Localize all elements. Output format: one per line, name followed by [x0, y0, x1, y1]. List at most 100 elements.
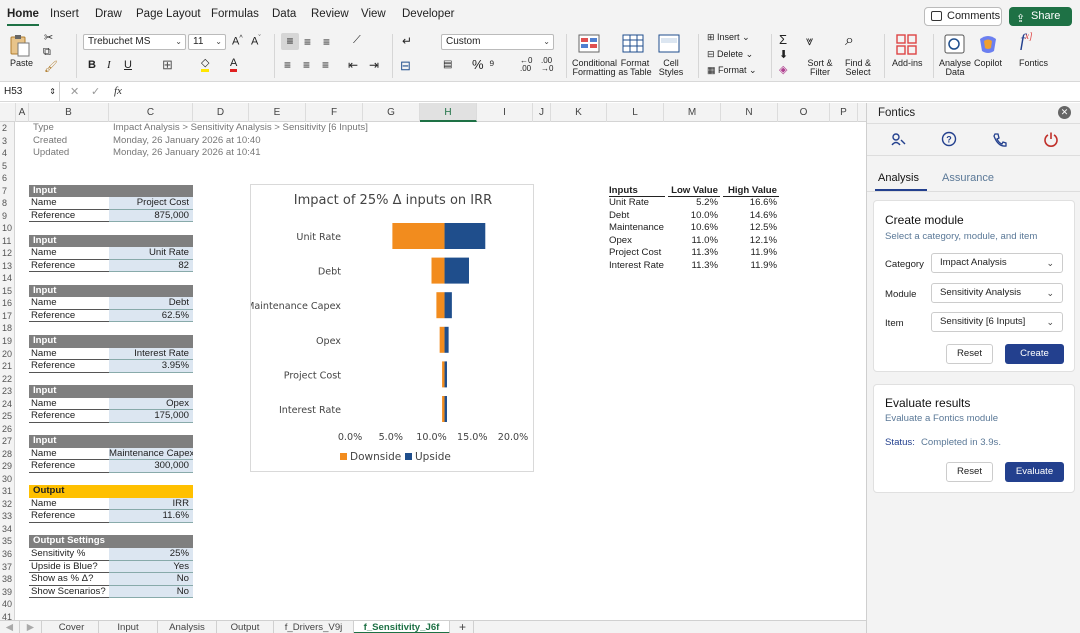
- italic-icon[interactable]: I: [107, 59, 111, 71]
- conditional-formatting-icon[interactable]: [578, 34, 602, 54]
- format-as-table-icon[interactable]: [622, 34, 646, 54]
- fill-icon[interactable]: ⬇: [779, 48, 788, 61]
- add-sheet-icon[interactable]: +: [452, 621, 474, 633]
- row-header[interactable]: 22: [0, 373, 14, 386]
- row-header[interactable]: 39: [0, 586, 14, 599]
- row-header[interactable]: 3: [0, 135, 14, 148]
- results-cell[interactable]: 12.5%: [723, 222, 779, 235]
- create-button[interactable]: Create: [1005, 344, 1064, 364]
- row-header[interactable]: 35: [0, 535, 14, 548]
- formula-input[interactable]: [132, 84, 862, 99]
- column-header[interactable]: N: [721, 103, 778, 122]
- row-header[interactable]: 10: [0, 222, 14, 235]
- power-icon[interactable]: [1043, 131, 1059, 147]
- results-cell[interactable]: 16.6%: [723, 197, 779, 210]
- align-center-icon[interactable]: ≡: [303, 58, 310, 72]
- row-header[interactable]: 24: [0, 398, 14, 411]
- module-select[interactable]: Sensitivity Analysis ⌄: [931, 283, 1063, 303]
- menu-view[interactable]: View: [361, 8, 386, 20]
- row-header[interactable]: 5: [0, 160, 14, 173]
- results-cell[interactable]: Debt: [609, 210, 665, 223]
- reference-cell[interactable]: 175,000: [109, 410, 193, 423]
- column-header[interactable]: L: [607, 103, 664, 122]
- merge-cells-icon[interactable]: ⊟: [400, 58, 411, 74]
- orientation-icon[interactable]: ⟋: [353, 34, 361, 47]
- name-box[interactable]: H53 ⇕: [0, 82, 60, 101]
- row-header[interactable]: 33: [0, 510, 14, 523]
- column-header[interactable]: G: [363, 103, 420, 122]
- select-all-corner[interactable]: [0, 103, 16, 122]
- comma-style-icon[interactable]: ⁹: [489, 57, 495, 72]
- fx-icon[interactable]: fx: [114, 85, 122, 97]
- sheet-tab-input[interactable]: Input: [99, 621, 158, 633]
- item-select[interactable]: Sensitivity [6 Inputs] ⌄: [931, 312, 1063, 332]
- row-header[interactable]: 41: [0, 611, 14, 620]
- find-select-icon[interactable]: ⌕: [845, 32, 854, 50]
- row-header[interactable]: 21: [0, 360, 14, 373]
- results-cell[interactable]: 11.9%: [723, 247, 779, 260]
- row-header[interactable]: 2: [0, 122, 14, 135]
- results-cell[interactable]: 11.3%: [668, 247, 720, 260]
- column-header[interactable]: A: [16, 103, 29, 122]
- align-top-icon[interactable]: ≡: [281, 33, 299, 50]
- row-header[interactable]: 18: [0, 322, 14, 335]
- fill-color-icon[interactable]: ◇: [201, 58, 210, 72]
- name-cell[interactable]: Interest Rate: [109, 347, 193, 361]
- row-header[interactable]: 31: [0, 485, 14, 498]
- comments-button[interactable]: Comments: [924, 7, 1002, 26]
- fontics-logo-icon[interactable]: fx]: [1020, 30, 1033, 51]
- borders-icon[interactable]: ⊞: [162, 57, 173, 73]
- format-cells-button[interactable]: ▦ Format ⌄: [707, 66, 757, 75]
- category-select[interactable]: Impact Analysis ⌄: [931, 253, 1063, 273]
- row-header[interactable]: 37: [0, 561, 14, 574]
- reference-cell[interactable]: 875,000: [109, 209, 193, 223]
- row-header[interactable]: 30: [0, 473, 14, 486]
- name-cell[interactable]: Debt: [109, 297, 193, 310]
- evaluate-button[interactable]: Evaluate: [1005, 462, 1064, 482]
- row-header[interactable]: 40: [0, 598, 14, 611]
- results-cell[interactable]: Opex: [609, 235, 665, 248]
- font-name-select[interactable]: Trebuchet MS ⌄: [83, 34, 186, 50]
- menu-insert[interactable]: Insert: [50, 8, 79, 20]
- row-header[interactable]: 29: [0, 460, 14, 473]
- accounting-format-icon[interactable]: ▤: [443, 59, 452, 70]
- row-header[interactable]: 11: [0, 235, 14, 248]
- menu-data[interactable]: Data: [272, 8, 296, 20]
- name-cell[interactable]: Maintenance Capex: [109, 447, 193, 461]
- name-cell[interactable]: Project Cost: [109, 197, 193, 210]
- row-header[interactable]: 8: [0, 197, 14, 210]
- align-bottom-icon[interactable]: ≡: [323, 35, 330, 49]
- row-header[interactable]: 17: [0, 310, 14, 323]
- row-header[interactable]: 16: [0, 297, 14, 310]
- tab-analysis[interactable]: Analysis: [878, 172, 919, 184]
- results-cell[interactable]: 11.9%: [723, 260, 779, 273]
- analysis-tool-icon[interactable]: [890, 132, 906, 148]
- sheet-tab-drivers[interactable]: f_Drivers_V9j: [274, 621, 354, 633]
- row-header[interactable]: 20: [0, 348, 14, 361]
- copy-icon[interactable]: ⧉: [43, 47, 51, 58]
- number-format-select[interactable]: Custom ⌄: [441, 34, 554, 50]
- bold-icon[interactable]: B: [88, 59, 96, 71]
- column-header[interactable]: K: [551, 103, 607, 122]
- setting-value[interactable]: Yes: [109, 560, 193, 574]
- reference-cell[interactable]: 82: [109, 259, 193, 273]
- cancel-icon[interactable]: ✕: [70, 85, 79, 98]
- row-header[interactable]: 7: [0, 185, 14, 198]
- row-header[interactable]: 28: [0, 448, 14, 461]
- column-header[interactable]: F: [306, 103, 363, 122]
- row-header[interactable]: 25: [0, 410, 14, 423]
- column-header[interactable]: D: [193, 103, 249, 122]
- menu-draw[interactable]: Draw: [95, 8, 122, 20]
- cut-icon[interactable]: ✂: [44, 33, 53, 44]
- copilot-icon[interactable]: [976, 33, 1000, 55]
- results-cell[interactable]: 5.2%: [668, 197, 720, 210]
- cell-styles-icon[interactable]: [658, 34, 682, 54]
- setting-value[interactable]: No: [109, 585, 193, 599]
- decrease-decimal-icon[interactable]: .00 →0: [541, 57, 553, 73]
- align-right-icon[interactable]: ≡: [322, 58, 329, 72]
- reference-cell[interactable]: 300,000: [109, 460, 193, 473]
- column-header[interactable]: C: [109, 103, 193, 122]
- decrease-indent-icon[interactable]: ⇤: [348, 58, 358, 72]
- name-cell[interactable]: Unit Rate: [109, 247, 193, 260]
- increase-decimal-icon[interactable]: ←0.00: [520, 57, 532, 73]
